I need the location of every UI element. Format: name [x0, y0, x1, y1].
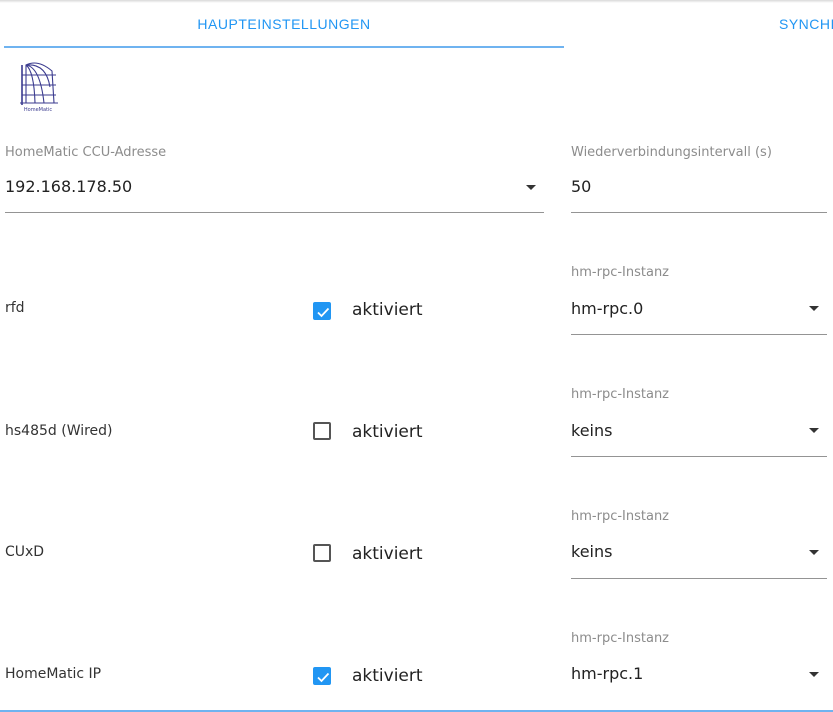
tab-synchronization[interactable]: SYNCHI — [779, 0, 833, 48]
daemon-label-cuxd: CUxD — [5, 544, 45, 560]
logo-text: HomeMatic — [24, 107, 52, 113]
reconnect-interval-underline — [571, 212, 827, 213]
daemon-label-homematic-ip: HomeMatic IP — [5, 666, 102, 682]
checkbox-cuxd[interactable] — [313, 544, 331, 562]
checkbox-cuxd-label: aktiviert — [352, 544, 423, 564]
ccu-address-value[interactable]: 192.168.178.50 — [5, 177, 132, 196]
settings-page: HAUPTEINSTELLUNGEN SYNCHI HomeMatic Home… — [0, 0, 833, 712]
instance-label-cuxd: hm-rpc-Instanz — [571, 509, 670, 524]
reconnect-interval-label: Wiederverbindungsintervall (s) — [571, 145, 772, 160]
instance-hs485d-chevron-down-icon[interactable] — [809, 428, 819, 433]
tab-main-settings[interactable]: HAUPTEINSTELLUNGEN — [4, 0, 564, 48]
homematic-logo-icon: HomeMatic — [20, 62, 58, 113]
checkbox-hs485d[interactable] — [313, 422, 331, 440]
instance-rfd-chevron-down-icon[interactable] — [809, 306, 819, 311]
tab-main-settings-label: HAUPTEINSTELLUNGEN — [197, 16, 371, 32]
instance-cuxd-chevron-down-icon[interactable] — [809, 550, 819, 555]
checkbox-homematic-ip-label: aktiviert — [352, 666, 423, 686]
instance-select-homematic-ip[interactable]: hm-rpc.1 — [571, 664, 643, 683]
checkmark-icon — [317, 672, 330, 683]
checkbox-homematic-ip[interactable] — [313, 667, 331, 685]
reconnect-interval-input[interactable]: 50 — [571, 177, 591, 196]
checkbox-hs485d-label: aktiviert — [352, 422, 423, 442]
instance-select-rfd[interactable]: hm-rpc.0 — [571, 299, 643, 318]
checkbox-rfd-label: aktiviert — [352, 300, 423, 320]
tab-synchronization-label: SYNCHI — [779, 16, 833, 32]
ccu-address-underline — [5, 212, 544, 213]
ccu-address-label: HomeMatic CCU-Adresse — [5, 145, 167, 160]
ccu-address-chevron-down-icon[interactable] — [526, 185, 536, 190]
checkbox-rfd[interactable] — [313, 302, 331, 320]
daemon-label-rfd: rfd — [5, 300, 25, 316]
instance-label-homematic-ip: hm-rpc-Instanz — [571, 631, 670, 646]
instance-label-hs485d: hm-rpc-Instanz — [571, 387, 670, 402]
homematic-logo: HomeMatic — [18, 57, 60, 113]
instance-rfd-underline — [571, 334, 827, 335]
instance-cuxd-underline — [571, 578, 827, 579]
instance-label-rfd: hm-rpc-Instanz — [571, 265, 670, 280]
instance-hs485d-underline — [571, 456, 827, 457]
daemon-label-hs485d: hs485d (Wired) — [5, 423, 113, 439]
instance-homematic-ip-chevron-down-icon[interactable] — [809, 672, 819, 677]
instance-select-cuxd[interactable]: keins — [571, 542, 612, 561]
instance-select-hs485d[interactable]: keins — [571, 421, 612, 440]
checkmark-icon — [317, 307, 330, 318]
